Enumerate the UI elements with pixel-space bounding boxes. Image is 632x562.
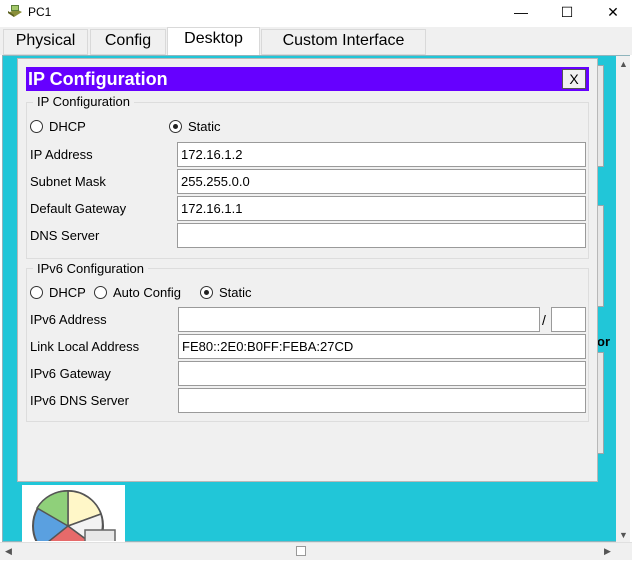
ipv6-address-label: IPv6 Address — [30, 312, 107, 327]
app-icon — [8, 5, 22, 17]
scroll-thumb[interactable] — [296, 546, 306, 556]
ipv6-dns-server-field[interactable] — [178, 388, 586, 413]
radio-selected-icon — [169, 120, 182, 133]
ip-address-field[interactable]: 172.16.1.2 — [177, 142, 586, 167]
ipv4-dhcp-radio[interactable]: DHCP — [30, 119, 86, 134]
ipv4-group-label: IP Configuration — [33, 94, 134, 109]
ipv6-dns-server-label: IPv6 DNS Server — [30, 393, 129, 408]
radio-label: Static — [219, 285, 252, 300]
tab-bar: Physical Config Desktop Custom Interface — [0, 27, 632, 55]
link-local-address-field[interactable]: FE80::2E0:B0FF:FEBA:27CD — [178, 334, 586, 359]
tab-desktop[interactable]: Desktop — [167, 27, 260, 55]
window-titlebar: PC1 — ☐ ✕ — [0, 0, 632, 24]
radio-label: DHCP — [49, 119, 86, 134]
scroll-up-icon[interactable]: ▲ — [619, 59, 628, 69]
ip-configuration-dialog: IP Configuration X IP Configuration DHCP… — [17, 58, 598, 482]
subnet-mask-field[interactable]: 255.255.0.0 — [177, 169, 586, 194]
subnet-mask-label: Subnet Mask — [30, 174, 106, 189]
close-window-button[interactable]: ✕ — [590, 1, 632, 23]
window-title: PC1 — [28, 5, 52, 19]
link-local-address-label: Link Local Address — [30, 339, 140, 354]
radio-label: Auto Config — [113, 285, 181, 300]
maximize-button[interactable]: ☐ — [544, 1, 590, 23]
ipv6-gateway-label: IPv6 Gateway — [30, 366, 111, 381]
ipv4-static-radio[interactable]: Static — [169, 119, 221, 134]
ip-address-label: IP Address — [30, 147, 93, 162]
pie-chart-app-icon — [32, 490, 116, 541]
default-gateway-label: Default Gateway — [30, 201, 127, 216]
radio-label: Static — [188, 119, 221, 134]
radio-label: DHCP — [49, 285, 86, 300]
ipv6-group-label: IPv6 Configuration — [33, 261, 148, 276]
ipv6-address-field[interactable] — [178, 307, 540, 332]
minimize-button[interactable]: — — [498, 1, 544, 23]
scroll-down-icon[interactable]: ▼ — [619, 530, 628, 540]
radio-icon — [94, 286, 107, 299]
default-gateway-field[interactable]: 172.16.1.1 — [177, 196, 586, 221]
vertical-scrollbar[interactable]: ▲ ▼ — [616, 56, 630, 542]
app-tile[interactable] — [22, 485, 125, 542]
horizontal-scrollbar[interactable]: ◀ ▶ — [0, 542, 632, 560]
background-partial-label: or — [597, 334, 610, 349]
dialog-title: IP Configuration — [28, 69, 168, 89]
ipv6-auto-config-radio[interactable]: Auto Config — [94, 285, 181, 300]
tab-physical[interactable]: Physical — [3, 29, 88, 55]
dialog-titlebar: IP Configuration X — [26, 67, 589, 91]
radio-icon — [30, 120, 43, 133]
scroll-right-icon[interactable]: ▶ — [604, 546, 611, 557]
dns-server-field[interactable] — [177, 223, 586, 248]
ipv6-dhcp-radio[interactable]: DHCP — [30, 285, 86, 300]
tab-config[interactable]: Config — [90, 29, 166, 55]
dns-server-label: DNS Server — [30, 228, 100, 243]
radio-selected-icon — [200, 286, 213, 299]
prefix-separator: / — [542, 312, 546, 328]
tab-custom-interface[interactable]: Custom Interface — [261, 29, 426, 55]
ipv6-prefix-field[interactable] — [551, 307, 586, 332]
dialog-close-button[interactable]: X — [562, 69, 586, 89]
ipv6-gateway-field[interactable] — [178, 361, 586, 386]
scroll-left-icon[interactable]: ◀ — [5, 546, 12, 557]
close-icon: ✕ — [607, 3, 619, 20]
radio-icon — [30, 286, 43, 299]
maximize-icon: ☐ — [560, 3, 574, 20]
ipv6-static-radio[interactable]: Static — [200, 285, 252, 300]
minimize-icon: — — [514, 4, 528, 20]
